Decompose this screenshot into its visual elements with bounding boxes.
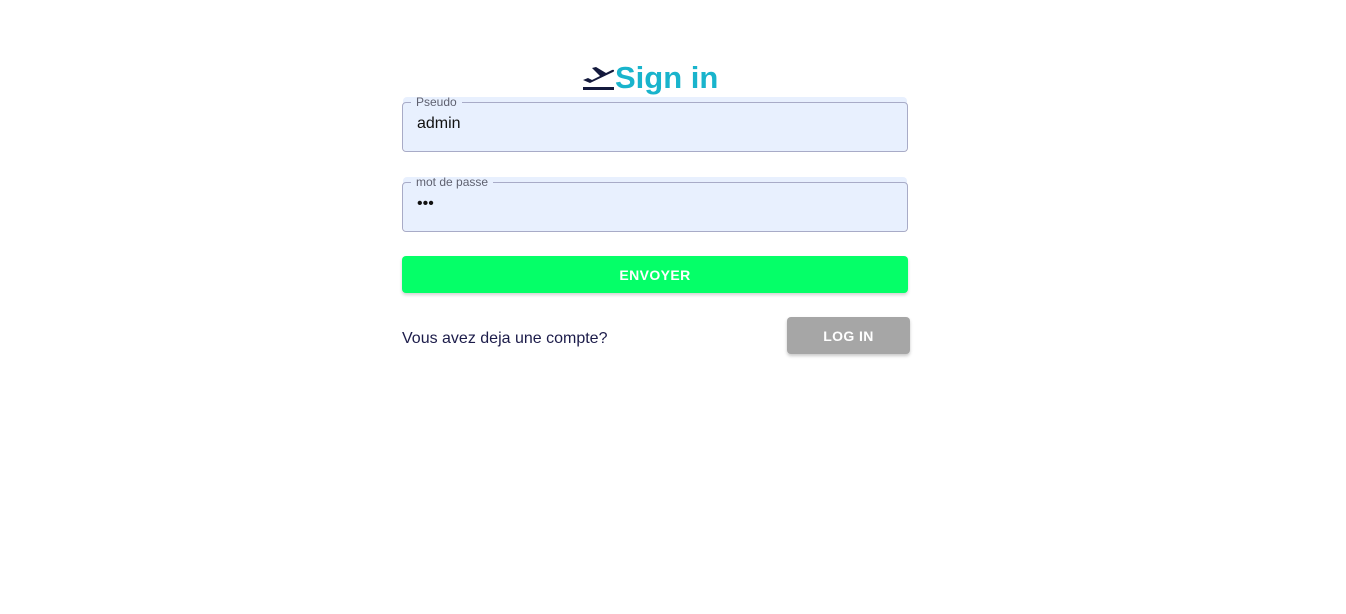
login-prompt-text: Vous avez deja une compte? bbox=[402, 330, 608, 347]
signin-page: Sign in Pseudo mot de passe ENVOYER Vous… bbox=[0, 0, 1346, 614]
airplane-takeoff-icon bbox=[582, 64, 615, 92]
log-in-button[interactable]: LOG IN bbox=[787, 317, 910, 354]
pseudo-field[interactable]: Pseudo bbox=[402, 96, 908, 152]
page-title: Sign in bbox=[582, 58, 718, 98]
password-field[interactable]: mot de passe bbox=[402, 176, 908, 232]
pseudo-input[interactable] bbox=[403, 97, 907, 151]
envoyer-button[interactable]: ENVOYER bbox=[402, 256, 908, 293]
password-input[interactable] bbox=[403, 177, 907, 231]
page-title-text: Sign in bbox=[615, 60, 719, 95]
